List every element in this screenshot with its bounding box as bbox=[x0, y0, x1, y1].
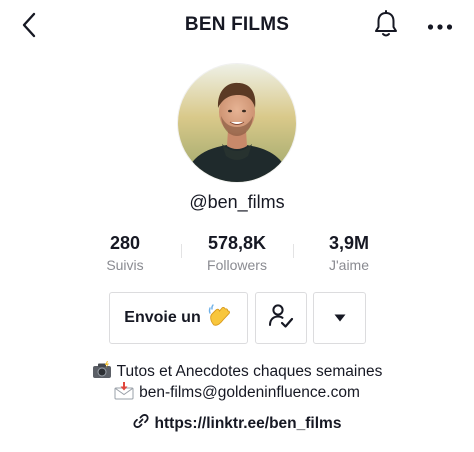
more-horizontal-icon bbox=[427, 18, 453, 36]
stat-following-label: Suivis bbox=[106, 257, 144, 273]
more-options-button[interactable] bbox=[424, 12, 456, 42]
camera-flash-icon bbox=[92, 361, 112, 379]
stat-followers-value: 578,8K bbox=[207, 233, 267, 253]
stat-followers[interactable]: 578,8K Followers bbox=[177, 232, 297, 276]
profile-screen: BEN FILMS @ben_films 280 Suivis 578,8K F… bbox=[0, 0, 474, 452]
username: @ben_films bbox=[189, 192, 285, 212]
avatar[interactable] bbox=[178, 64, 296, 182]
bio-line: Tutos et Anecdotes chaques semaines bbox=[0, 361, 474, 381]
waving-hand-icon bbox=[207, 303, 233, 334]
bio-line1-text: Tutos et Anecdotes chaques semaines bbox=[116, 363, 383, 380]
bell-icon bbox=[373, 9, 399, 43]
profile-link[interactable]: https://linktr.ee/ben_films bbox=[0, 413, 474, 434]
bio-email[interactable]: ben-films@goldeninfluence.com bbox=[139, 384, 360, 401]
stats-row: 280 Suivis 578,8K Followers 3,9M J'aime bbox=[0, 232, 474, 280]
stats-divider bbox=[293, 244, 294, 258]
page-title: BEN FILMS bbox=[184, 14, 290, 35]
link-icon bbox=[132, 413, 149, 434]
stat-likes-value: 3,9M bbox=[328, 233, 370, 253]
following-button[interactable] bbox=[255, 292, 307, 344]
message-button-label: Envoie un bbox=[124, 309, 201, 326]
stat-likes[interactable]: 3,9M J'aime bbox=[289, 232, 409, 276]
notifications-button[interactable] bbox=[370, 9, 402, 43]
stat-followers-label: Followers bbox=[207, 257, 267, 273]
user-check-icon bbox=[267, 302, 295, 335]
stat-following[interactable]: 280 Suivis bbox=[65, 232, 185, 276]
stats-divider bbox=[181, 244, 182, 258]
stat-likes-label: J'aime bbox=[328, 257, 370, 273]
caret-down-icon bbox=[334, 309, 346, 327]
suggestions-dropdown-button[interactable] bbox=[313, 292, 366, 344]
stat-following-value: 280 bbox=[109, 233, 141, 253]
envelope-arrow-icon bbox=[114, 382, 134, 400]
bio-line: ben-films@goldeninfluence.com bbox=[0, 382, 474, 402]
message-button[interactable]: Envoie un bbox=[109, 292, 248, 344]
profile-link-text: https://linktr.ee/ben_films bbox=[154, 414, 342, 432]
